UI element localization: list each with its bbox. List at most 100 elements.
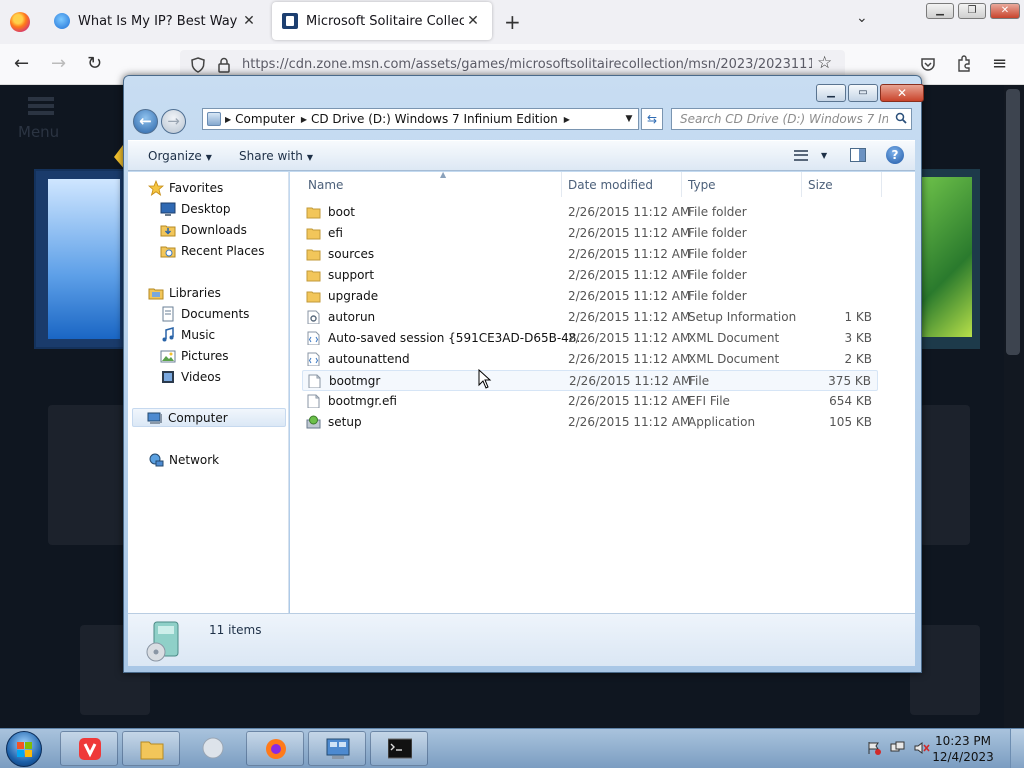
forward-button[interactable]: → [161,109,186,134]
restore-browser-button[interactable]: ❐ [958,3,986,19]
share-with-label: Share with [239,149,303,163]
firefox-icon[interactable] [10,12,30,32]
taskbar-control-panel[interactable] [308,731,366,766]
videos-icon [162,370,174,383]
close-browser-button[interactable]: ✕ [990,3,1020,19]
file-row[interactable]: boot 2/26/2015 11:12 AM File folder [302,202,878,223]
back-button[interactable]: ← [133,109,158,134]
file-row[interactable]: upgrade 2/26/2015 11:12 AM File folder [302,286,878,307]
view-options-dropdown-icon[interactable]: ▼ [821,151,827,160]
nav-label: Music [181,327,216,342]
nav-downloads[interactable]: Downloads [160,220,247,239]
file-size: 3 KB [844,331,872,345]
extensions-icon[interactable] [956,55,972,72]
column-header-size[interactable]: Size [802,172,882,197]
klondike-game-tile[interactable] [34,169,126,349]
minimize-window-button[interactable]: ▁ [816,84,846,102]
forward-arrow-icon[interactable]: → [51,53,66,74]
nav-documents[interactable]: Documents [160,304,249,323]
file-row[interactable]: Auto-saved session {591CE3AD-D65B-48... 2… [302,328,878,349]
file-row[interactable]: autounattend 2/26/2015 11:12 AM XML Docume… [302,349,878,370]
menu-label[interactable]: Menu [18,123,59,141]
taskbar-app[interactable] [184,731,242,766]
file-date: 2/26/2015 11:12 AM [568,310,691,324]
help-icon[interactable]: ? [886,146,904,164]
lock-icon[interactable] [217,57,231,73]
close-tab-icon[interactable]: ✕ [464,13,482,29]
taskbar-command-prompt[interactable] [370,731,428,766]
bookmark-star-icon[interactable]: ☆ [817,53,832,73]
action-center-flag-icon[interactable] [866,741,882,755]
taskbar-vivaldi[interactable] [60,731,118,766]
nav-pictures[interactable]: Pictures [160,346,229,365]
new-tab-button[interactable]: + [504,10,521,34]
list-all-tabs-icon[interactable]: ⌄ [856,10,868,26]
column-header-name[interactable]: ▲ Name [302,170,562,197]
file-date: 2/26/2015 11:12 AM [568,226,691,240]
start-button[interactable] [6,731,42,767]
menu-icon[interactable] [28,97,54,115]
file-size: 2 KB [844,352,872,366]
nav-network[interactable]: Network [148,450,219,469]
reload-icon[interactable]: ↻ [87,53,102,74]
computer-icon [207,112,221,126]
volume-muted-icon[interactable] [914,741,930,755]
promo-card[interactable] [920,405,970,545]
file-row[interactable]: bootmgr 2/26/2015 11:12 AM File 375 KB [302,370,878,391]
file-row[interactable]: efi 2/26/2015 11:12 AM File folder [302,223,878,244]
nav-videos[interactable]: Videos [160,367,221,386]
organize-button[interactable]: Organize ▼ [148,149,212,163]
maximize-window-button[interactable]: ▭ [848,84,878,102]
breadcrumb-separator-icon[interactable]: ▶ [301,115,307,124]
column-header-date[interactable]: Date modified [562,172,682,197]
nav-favorites[interactable]: Favorites [148,178,223,197]
system-clock[interactable]: 10:23 PM 12/4/2023 [930,733,996,765]
share-with-button[interactable]: Share with ▼ [239,149,313,163]
file-type: XML Document [688,331,780,345]
settings-file-icon [307,310,320,324]
network-tray-icon[interactable] [890,741,906,755]
file-row[interactable]: autorun 2/26/2015 11:12 AM Setup Informati… [302,307,878,328]
breadcrumb-computer[interactable]: Computer [235,112,295,126]
close-tab-icon[interactable]: ✕ [240,13,258,29]
file-size: 375 KB [828,374,871,388]
address-history-dropdown-icon[interactable]: ▼ [620,109,638,129]
game-tile-right[interactable] [920,169,980,349]
file-name: autorun [328,310,376,324]
breadcrumb-separator-icon[interactable]: ▶ [564,115,570,124]
taskbar-firefox[interactable] [246,731,304,766]
column-header-type[interactable]: Type [682,172,802,197]
nav-desktop[interactable]: Desktop [160,199,231,218]
tracking-shield-icon[interactable] [190,57,206,73]
pocket-icon[interactable] [920,56,936,72]
tab-what-is-my-ip[interactable]: What Is My IP? Best Way To Che ✕ [44,2,268,40]
nav-recent-places[interactable]: Recent Places [160,241,264,260]
minimize-browser-button[interactable]: ▁ [926,3,954,19]
address-bar[interactable]: ▶ Computer ▶ CD Drive (D:) Windows 7 Inf… [202,108,639,130]
file-row[interactable]: bootmgr.efi 2/26/2015 11:12 AM EFI File 654… [302,391,878,412]
search-input[interactable]: Search CD Drive (D:) Windows 7 Infini... [671,108,912,130]
refresh-button[interactable]: ⇆ [641,108,663,130]
file-row[interactable]: sources 2/26/2015 11:12 AM File folder [302,244,878,265]
close-window-button[interactable]: ✕ [880,84,924,102]
taskbar-file-explorer[interactable] [122,731,180,766]
preview-pane-icon[interactable] [850,148,866,162]
folder-icon [140,741,164,760]
nav-music[interactable]: Music [160,325,215,344]
back-arrow-icon[interactable]: ← [14,53,29,74]
clock-date: 12/4/2023 [932,750,994,764]
hamburger-menu-icon[interactable]: ≡ [992,53,1007,74]
file-row[interactable]: support 2/26/2015 11:12 AM File folder [302,265,878,286]
change-view-icon[interactable] [794,150,808,161]
tab-solitaire[interactable]: Microsoft Solitaire Collection ✕ [272,2,492,40]
breadcrumb-separator-icon[interactable]: ▶ [225,115,231,124]
nav-computer[interactable]: Computer [132,408,286,427]
file-row[interactable]: setup 2/26/2015 11:12 AM Application 105 KB [302,412,878,433]
show-desktop-button[interactable] [1010,729,1024,768]
daily-challenge-card[interactable] [48,405,126,545]
breadcrumb-cd-drive[interactable]: CD Drive (D:) Windows 7 Infinium Edition [311,112,558,126]
search-icon[interactable] [895,112,907,124]
nav-libraries[interactable]: Libraries [148,283,221,302]
desktop-icon [160,202,176,216]
page-scrollbar-thumb[interactable] [1006,89,1020,355]
